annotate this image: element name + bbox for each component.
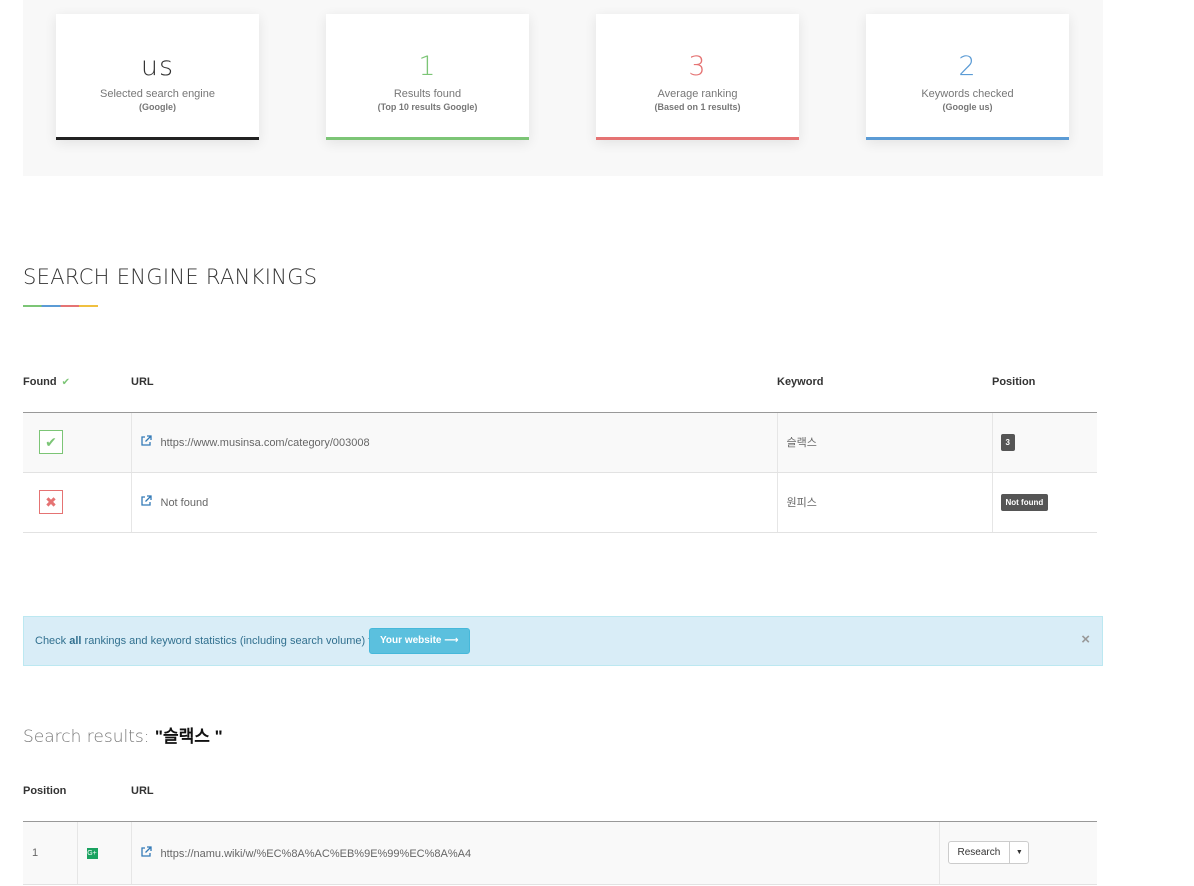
stat-bar — [596, 137, 799, 140]
url-link[interactable]: https://www.musinsa.com/category/003008 — [161, 437, 370, 449]
stat-sub: (Top 10 results Google) — [377, 102, 478, 112]
position-cell: 1 — [23, 821, 77, 885]
header-position[interactable]: Position — [992, 352, 1097, 413]
research-split-button: Research ▼ — [947, 841, 1030, 864]
table-row: 1 G+ https://namu.wiki/w/%EC%8A%AC%EB%9E… — [23, 821, 1097, 885]
external-link-icon[interactable] — [140, 845, 152, 858]
results-query: "슬랙스 " — [154, 727, 223, 746]
position-cell: 3 — [991, 412, 1097, 473]
stat-value: us — [140, 51, 175, 82]
stat-label: Keywords checked — [921, 88, 1014, 100]
stat-label: Selected search engine — [100, 88, 215, 100]
stat-value: 3 — [688, 51, 707, 82]
stat-label: Average ranking — [657, 88, 738, 100]
stat-sub: (Google us) — [942, 102, 993, 112]
external-link-icon[interactable] — [140, 435, 152, 447]
table-header-row: Found ✔ URL Keyword Position — [23, 352, 1097, 413]
external-link-icon[interactable] — [140, 495, 152, 507]
your-website-button[interactable]: Your website ⟶ — [369, 628, 470, 654]
header-url[interactable]: URL — [131, 352, 777, 413]
stats-panel: us Selected search engine (Google) 1 Res… — [23, 0, 1103, 176]
stat-card-average-ranking: 3 Average ranking (Based on 1 results) — [596, 14, 799, 140]
stat-card-search-engine: us Selected search engine (Google) — [56, 14, 259, 140]
check-icon: ✔ — [39, 430, 63, 454]
caret-down-icon[interactable]: ▼ — [1010, 842, 1028, 863]
header-found: Found — [23, 375, 57, 388]
found-cell: ✔ — [23, 412, 131, 473]
position-badge: Not found — [1000, 493, 1049, 511]
header-position[interactable]: Position — [23, 762, 131, 822]
url-cell: https://namu.wiki/w/%EC%8A%AC%EB%9E%99%E… — [130, 821, 939, 885]
google-icon: G+ — [86, 848, 98, 859]
url-cell: https://www.musinsa.com/category/003008 — [130, 412, 777, 473]
alert-text: Check all rankings and keyword statistic… — [35, 635, 381, 647]
title-underline — [23, 305, 98, 307]
header-actions — [939, 762, 1097, 822]
close-icon: ✖ — [39, 490, 63, 514]
position-cell: Not found — [991, 472, 1097, 533]
section-title: SEARCH ENGINE RANKINGS — [23, 265, 318, 289]
url-link: Not found — [160, 497, 209, 509]
info-alert: Check all rankings and keyword statistic… — [23, 616, 1103, 666]
actions-cell: Research ▼ — [938, 821, 1097, 885]
found-cell: ✖ — [23, 472, 131, 533]
rankings-table: Found ✔ URL Keyword Position ✔ https://ww… — [23, 352, 1097, 533]
close-icon[interactable]: × — [1081, 631, 1090, 648]
stat-card-keywords-checked: 2 Keywords checked (Google us) — [866, 14, 1069, 140]
sort-found-header[interactable]: Found ✔ — [23, 352, 131, 413]
stat-value: 1 — [418, 51, 437, 82]
stat-bar — [326, 137, 529, 140]
chevron-down-icon: ✔ — [61, 376, 70, 388]
url-link[interactable]: https://namu.wiki/w/%EC%8A%AC%EB%9E%99%E… — [161, 848, 472, 860]
header-keyword[interactable]: Keyword — [777, 352, 992, 413]
stat-sub: (Google) — [139, 102, 176, 112]
stat-card-results-found: 1 Results found (Top 10 results Google) — [326, 14, 529, 140]
engine-cell: G+ — [76, 821, 131, 885]
table-row: ✖ Not found 원피스 Not found — [23, 472, 1097, 533]
keyword-cell: 원피스 — [776, 472, 992, 533]
stat-bar — [56, 137, 259, 140]
alert-text-part: Check — [35, 635, 70, 647]
stat-bar — [866, 137, 1069, 140]
results-heading-prefix: Search results: — [23, 727, 155, 747]
alert-text-part: rankings and keyword statistics (includi… — [81, 635, 382, 647]
position-badge: 3 — [1000, 433, 1015, 451]
research-button[interactable]: Research — [949, 842, 1011, 863]
table-row: ✔ https://www.musinsa.com/category/00300… — [23, 412, 1097, 473]
stat-label: Results found — [393, 88, 462, 100]
results-table: Position URL 1 G+ https://namu.wiki/w/%E… — [23, 762, 1097, 885]
url-cell: Not found — [130, 472, 777, 533]
results-heading: Search results: "슬랙스 " — [23, 722, 223, 747]
keyword-cell: 슬랙스 — [776, 412, 992, 473]
table-header-row: Position URL — [23, 762, 1097, 822]
stat-value: 2 — [958, 51, 977, 82]
stat-sub: (Based on 1 results) — [654, 102, 741, 112]
header-url[interactable]: URL — [131, 762, 939, 822]
alert-text-bold: all — [69, 635, 82, 647]
